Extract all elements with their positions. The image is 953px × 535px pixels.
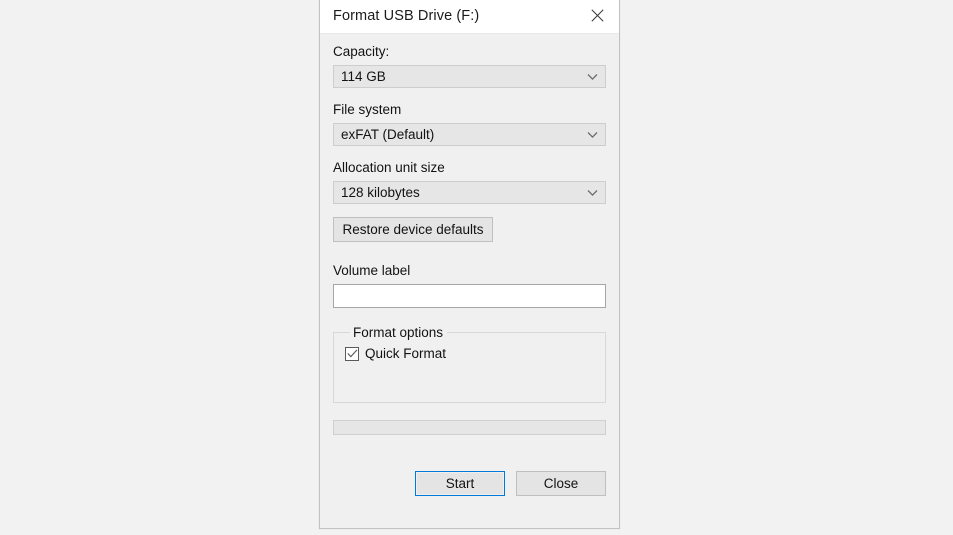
file-system-value: exFAT (Default)	[341, 127, 435, 142]
restore-device-defaults-button[interactable]: Restore device defaults	[333, 217, 493, 242]
allocation-unit-size-label: Allocation unit size	[333, 160, 445, 175]
close-button[interactable]: Close	[516, 471, 606, 496]
format-usb-drive-dialog: Format USB Drive (F:) Capacity: 114 GB F…	[319, 0, 620, 529]
start-button[interactable]: Start	[415, 471, 505, 496]
format-progress-bar	[333, 420, 606, 435]
quick-format-label: Quick Format	[365, 346, 447, 361]
allocation-unit-size-select[interactable]: 128 kilobytes	[333, 181, 606, 204]
dialog-body: Capacity: 114 GB File system exFAT (Defa…	[320, 34, 619, 528]
capacity-select[interactable]: 114 GB	[333, 65, 606, 88]
dialog-footer: Start Close	[333, 471, 606, 496]
volume-label-label: Volume label	[333, 263, 411, 278]
file-system-select[interactable]: exFAT (Default)	[333, 123, 606, 146]
format-options-group: Format options Quick Format	[333, 325, 606, 403]
format-options-legend: Format options	[353, 325, 444, 340]
quick-format-checkbox[interactable]: Quick Format	[345, 346, 605, 361]
volume-label-input[interactable]	[333, 284, 606, 308]
dialog-titlebar: Format USB Drive (F:)	[320, 0, 619, 34]
close-icon[interactable]	[575, 0, 619, 34]
capacity-label: Capacity:	[333, 44, 390, 59]
file-system-label: File system	[333, 102, 402, 117]
chevron-down-icon	[587, 73, 598, 80]
dialog-title: Format USB Drive (F:)	[333, 7, 480, 24]
checkmark-icon	[345, 346, 359, 361]
chevron-down-icon	[587, 189, 598, 196]
chevron-down-icon	[587, 131, 598, 138]
capacity-value: 114 GB	[341, 69, 386, 84]
allocation-unit-size-value: 128 kilobytes	[341, 185, 420, 200]
